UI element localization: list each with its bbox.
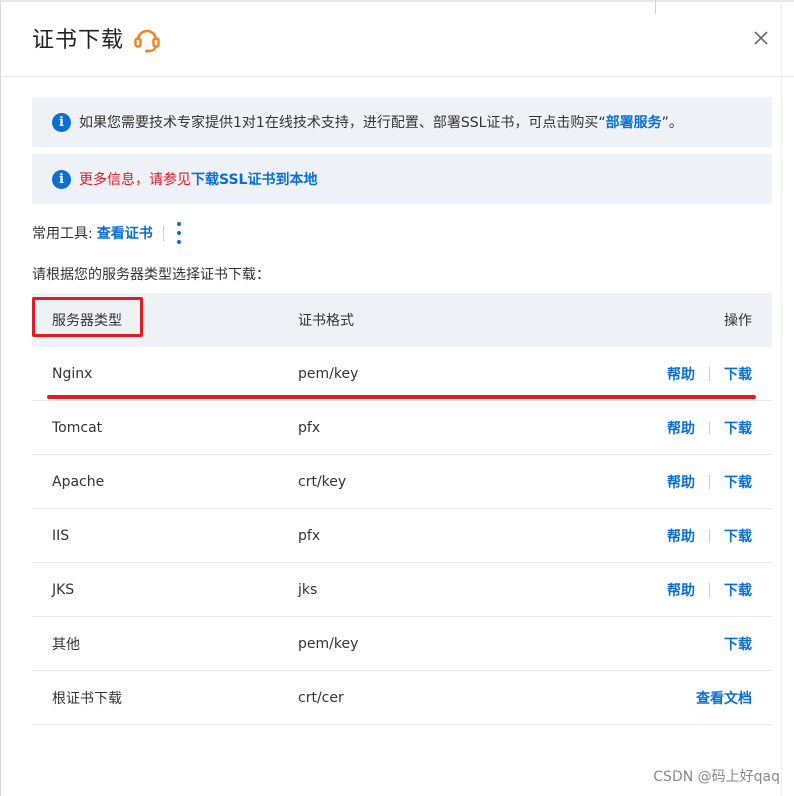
annotation-underline — [47, 395, 756, 399]
help-link[interactable]: 帮助 — [667, 580, 695, 600]
server-type: 根证书下载 — [52, 690, 122, 707]
notice-more-info: i 更多信息，请参见 下载SSL证书到本地 — [32, 154, 772, 204]
help-link[interactable]: 帮助 — [667, 526, 695, 546]
certificate-download-dialog: 证书下载 i 如果您需要技术专家提供1对1在线技术支持，进行配置、部署SSL证书… — [0, 0, 794, 796]
action-divider — [709, 528, 710, 543]
close-icon[interactable] — [749, 26, 773, 50]
help-link[interactable]: 帮助 — [667, 418, 695, 438]
tools-divider — [162, 225, 164, 241]
info-icon: i — [52, 169, 71, 189]
download-ssl-doc-link[interactable]: 下载SSL证书到本地 — [191, 169, 317, 189]
table-row: 根证书下载 crt/cer 查看文档 — [32, 671, 772, 725]
action-divider — [709, 366, 710, 381]
notice-deploy-service: i 如果您需要技术专家提供1对1在线技术支持，进行配置、部署SSL证书，可点击购… — [32, 97, 772, 147]
cert-format: jks — [298, 581, 318, 598]
watermark: CSDN @码上好qaq — [653, 769, 780, 785]
common-tools: 常用工具: 查看证书 — [32, 222, 182, 244]
headset-icon[interactable] — [132, 24, 162, 54]
row-actions: 帮助 下载 — [667, 364, 752, 384]
cert-format: crt/cer — [298, 689, 344, 706]
download-link[interactable]: 下载 — [724, 418, 752, 438]
info-icon: i — [52, 112, 71, 132]
action-divider — [709, 420, 710, 435]
dialog-title: 证书下载 — [32, 28, 125, 53]
row-actions: 下载 — [724, 634, 752, 654]
server-type: JKS — [52, 581, 75, 598]
notice-suffix: ”。 — [661, 115, 683, 131]
help-link[interactable]: 帮助 — [667, 364, 695, 384]
header-cert-format: 证书格式 — [298, 313, 354, 329]
notice-text: 如果您需要技术专家提供1对1在线技术支持，进行配置、部署SSL证书，可点击购买“ — [79, 115, 606, 131]
view-certificate-link[interactable]: 查看证书 — [97, 223, 153, 243]
row-actions: 帮助 下载 — [667, 580, 752, 600]
cert-format: pfx — [298, 419, 321, 436]
row-actions: 帮助 下载 — [667, 418, 752, 438]
header-actions: 操作 — [724, 313, 752, 329]
table-row: Nginx pem/key 帮助 下载 — [32, 347, 772, 401]
row-actions: 查看文档 — [696, 688, 752, 708]
help-link[interactable]: 帮助 — [667, 472, 695, 492]
view-docs-link[interactable]: 查看文档 — [696, 688, 752, 708]
cert-format: pem/key — [298, 635, 359, 652]
row-actions: 帮助 下载 — [667, 472, 752, 492]
server-type: Tomcat — [52, 419, 103, 436]
table-row: 其他 pem/key 下载 — [32, 617, 772, 671]
tools-label: 常用工具: — [32, 226, 93, 242]
select-server-hint: 请根据您的服务器类型选择证书下载： — [32, 267, 270, 283]
download-link[interactable]: 下载 — [724, 526, 752, 546]
table-row: Tomcat pfx 帮助 下载 — [32, 401, 772, 455]
action-divider — [709, 474, 710, 489]
server-type: Nginx — [52, 365, 93, 382]
server-type: Apache — [52, 473, 105, 490]
server-type: IIS — [52, 527, 70, 544]
row-actions: 帮助 下载 — [667, 526, 752, 546]
deploy-service-link[interactable]: 部署服务 — [606, 112, 662, 132]
download-link[interactable]: 下载 — [724, 580, 752, 600]
right-edge-line — [781, 0, 782, 796]
more-options-icon[interactable] — [176, 222, 182, 244]
table-row: JKS jks 帮助 下载 — [32, 563, 772, 617]
download-link[interactable]: 下载 — [724, 634, 752, 654]
server-type: 其他 — [52, 636, 80, 653]
server-type-table: 服务器类型 证书格式 操作 Nginx pem/key 帮助 下载 Tomcat… — [32, 293, 772, 725]
annotation-highlight-box — [32, 297, 143, 337]
table-row: Apache crt/key 帮助 下载 — [32, 455, 772, 509]
download-link[interactable]: 下载 — [724, 472, 752, 492]
action-divider — [709, 582, 710, 597]
dialog-header: 证书下载 — [1, 0, 794, 77]
cert-format: pfx — [298, 527, 321, 544]
cert-format: crt/key — [298, 473, 347, 490]
cert-format: pem/key — [298, 365, 359, 382]
download-link[interactable]: 下载 — [724, 364, 752, 384]
table-header: 服务器类型 证书格式 操作 — [32, 293, 772, 347]
table-row: IIS pfx 帮助 下载 — [32, 509, 772, 563]
notice-text: 更多信息，请参见 — [79, 172, 191, 188]
